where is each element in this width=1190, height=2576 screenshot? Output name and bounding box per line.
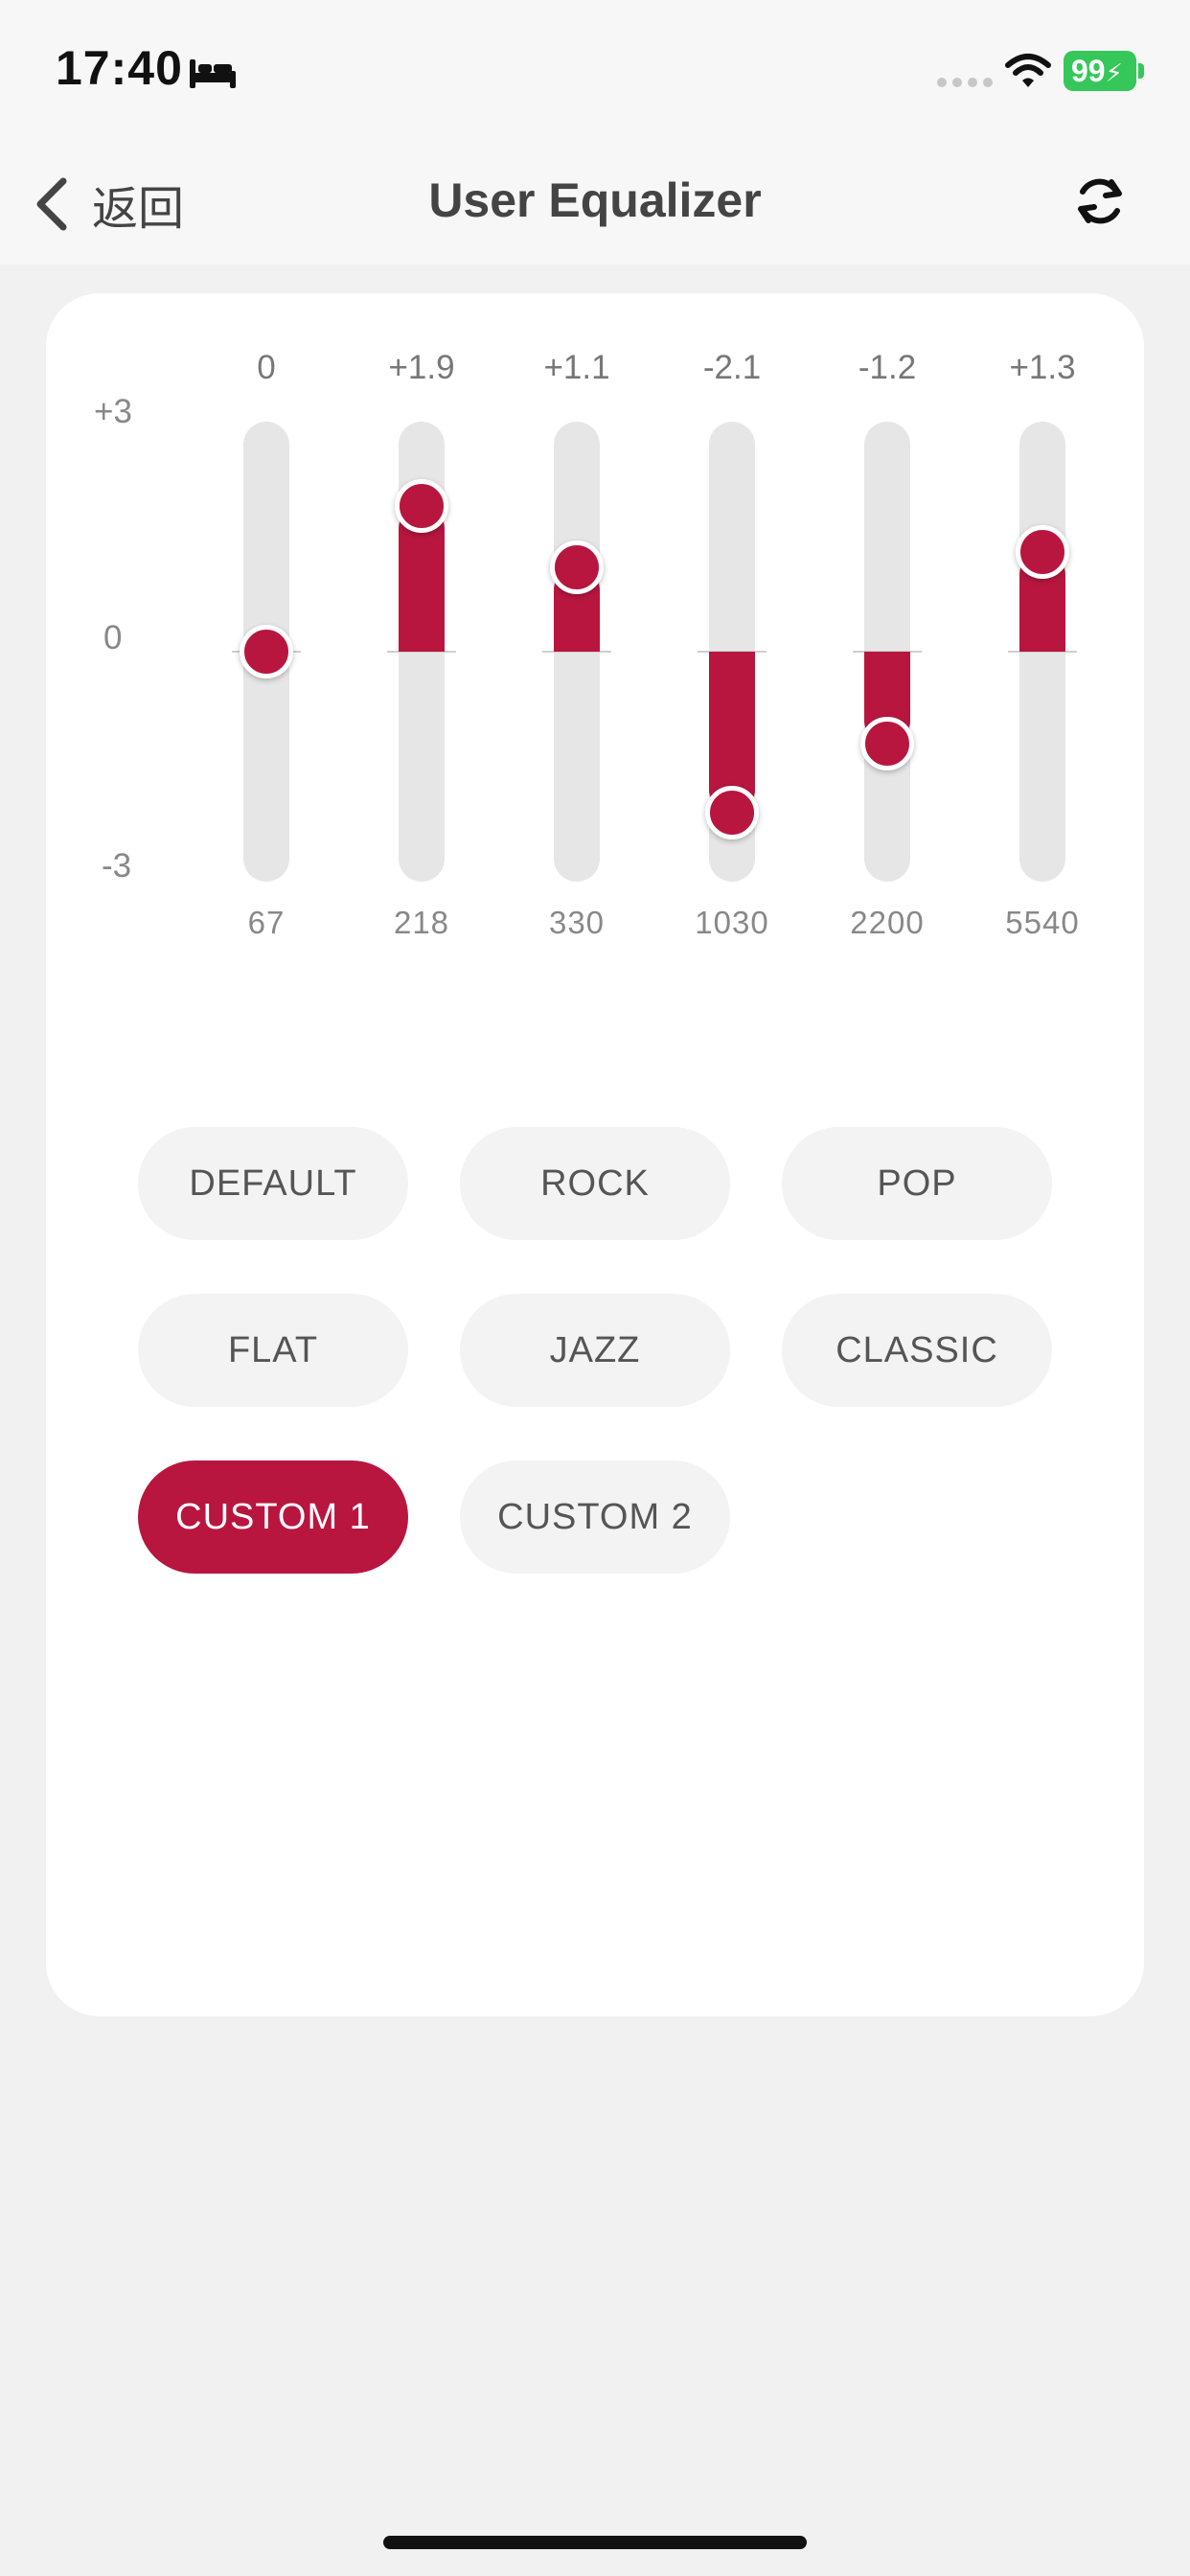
preset-button-flat[interactable]: FLAT xyxy=(138,1294,408,1407)
band-slider-knob[interactable] xyxy=(1016,525,1069,579)
band-slider-knob[interactable] xyxy=(240,625,293,678)
battery-icon: 99⚡ xyxy=(1064,51,1136,91)
refresh-icon[interactable] xyxy=(1069,171,1131,232)
band-slider-knob[interactable] xyxy=(550,540,604,594)
scale-label-min: -3 xyxy=(102,847,132,885)
home-indicator xyxy=(383,2536,807,2549)
band-slider-knob[interactable] xyxy=(395,479,448,533)
scale-label-zero: 0 xyxy=(103,619,123,656)
preset-button-jazz[interactable]: JAZZ xyxy=(460,1294,730,1407)
status-bar: 17:40 99⚡ xyxy=(0,0,1190,144)
preset-button-rock[interactable]: ROCK xyxy=(460,1127,730,1240)
band-frequency-label: 1030 xyxy=(695,905,769,940)
band-value-label: -1.2 xyxy=(858,349,917,386)
page-title: User Equalizer xyxy=(428,173,762,227)
wifi-icon xyxy=(1005,54,1051,87)
band-value-label: -2.1 xyxy=(702,349,762,386)
preset-button-default[interactable]: DEFAULT xyxy=(138,1127,408,1240)
preset-button-custom-2[interactable]: CUSTOM 2 xyxy=(460,1460,730,1574)
preset-button-custom-1[interactable]: CUSTOM 1 xyxy=(138,1460,408,1574)
band-value-label: +1.1 xyxy=(543,349,610,386)
band-frequency-label: 2200 xyxy=(850,905,925,940)
scale-label-max: +3 xyxy=(94,393,132,430)
battery-level: 99 xyxy=(1071,54,1106,88)
band-slider-knob[interactable] xyxy=(705,786,759,840)
bed-icon xyxy=(190,59,236,88)
band-frequency-label: 218 xyxy=(393,905,450,940)
band-frequency-label: 5540 xyxy=(1005,905,1080,940)
band-frequency-label: 67 xyxy=(247,905,286,940)
battery-cap xyxy=(1138,63,1144,79)
status-time: 17:40 xyxy=(56,41,183,95)
nav-bar: 返回 User Equalizer xyxy=(0,144,1190,264)
preset-button-pop[interactable]: POP xyxy=(782,1127,1052,1240)
equalizer-card: +3 0 -3 0 67 +1.9 218 +1.1 330 -2.1 1030 -1.2 220… xyxy=(46,293,1144,2016)
band-value-label: 0 xyxy=(257,349,276,386)
band-value-label: +1.3 xyxy=(1009,349,1076,386)
band-value-label: +1.9 xyxy=(388,349,455,386)
band-slider-knob[interactable] xyxy=(860,717,914,770)
preset-button-classic[interactable]: CLASSIC xyxy=(782,1294,1052,1407)
band-frequency-label: 330 xyxy=(548,905,606,940)
cellular-signal-icon xyxy=(937,78,993,87)
